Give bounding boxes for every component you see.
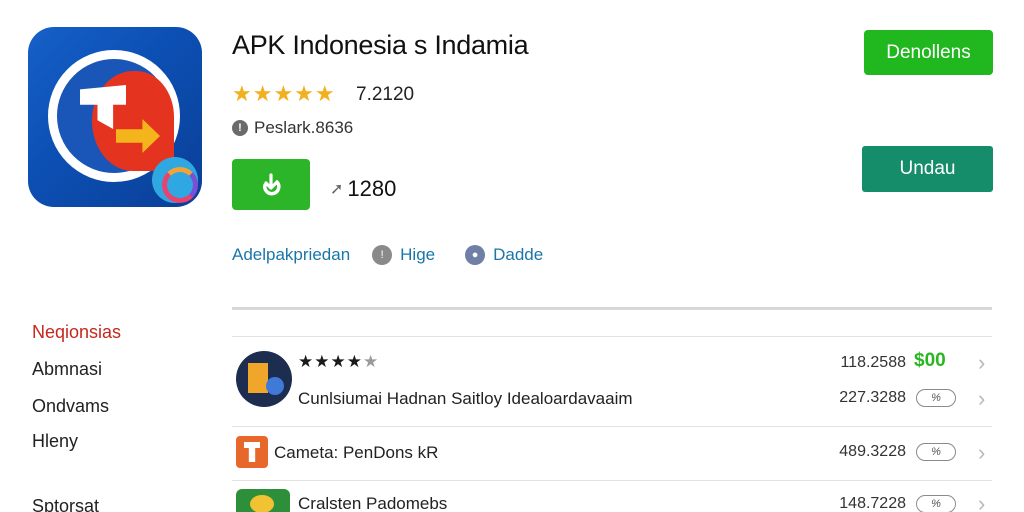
list-item-pill[interactable]: % bbox=[916, 495, 956, 512]
person-icon: ● bbox=[465, 245, 486, 265]
info-chips: Adelpakpriedan ! Hige ● Dadde bbox=[232, 245, 543, 265]
meta-line: ! Peslark.8636 bbox=[232, 118, 353, 138]
list-item-value: 148.7228 bbox=[839, 495, 906, 512]
meta-text: Peslark.8636 bbox=[254, 118, 354, 137]
sidebar-item-neqionsias[interactable]: Neqionsias bbox=[32, 322, 121, 343]
sidebar-item-hleny[interactable]: Hleny bbox=[32, 431, 78, 452]
install-button[interactable] bbox=[232, 159, 310, 210]
rating-stars: ★★★★★ bbox=[232, 81, 336, 106]
info-icon: ! bbox=[372, 245, 393, 265]
chevron-right-icon[interactable]: › bbox=[978, 386, 985, 412]
chip-age[interactable]: ! Hige bbox=[372, 245, 435, 265]
list-item-pill[interactable]: % bbox=[916, 443, 956, 461]
update-button[interactable]: Undau bbox=[862, 146, 993, 192]
list-item-value: 118.2588 bbox=[840, 354, 906, 371]
price-badge: $00 bbox=[914, 350, 946, 371]
list-divider bbox=[232, 336, 992, 337]
list-item-value: 227.3288 bbox=[839, 389, 906, 406]
chevron-right-icon[interactable]: › bbox=[978, 440, 985, 466]
size-info: ➚ 1280 bbox=[330, 176, 396, 202]
sidebar-item-sptorsat[interactable]: Sptorsat bbox=[32, 496, 99, 512]
list-item-value: 489.3228 bbox=[839, 443, 906, 460]
sidebar-item-ondvams[interactable]: Ondvams bbox=[32, 396, 109, 417]
chip-age-label: Hige bbox=[400, 245, 436, 264]
list-item-icon bbox=[236, 351, 292, 407]
list-item-pill[interactable]: % bbox=[916, 389, 956, 407]
list-item-title[interactable]: Cunlsiumai Hadnan Saitloy Idealoardavaai… bbox=[298, 389, 633, 409]
app-icon-badge bbox=[152, 157, 198, 203]
chip-category[interactable]: Adelpakpriedan bbox=[232, 245, 350, 265]
chip-developer[interactable]: ● Dadde bbox=[465, 245, 543, 265]
rating-value: 7.2120 bbox=[356, 84, 415, 105]
chevron-right-icon[interactable]: › bbox=[978, 350, 985, 376]
list-item-stars: ★★★★★ bbox=[298, 352, 380, 371]
list-item-title[interactable]: Cameta: PenDons kR bbox=[274, 443, 438, 463]
sidebar-item-abmnasi[interactable]: Abmnasi bbox=[32, 359, 102, 380]
size-value: 1280 bbox=[347, 176, 397, 201]
list-item-title[interactable]: Cralsten Padomebs bbox=[298, 494, 447, 512]
list-divider bbox=[232, 426, 992, 427]
download-button[interactable]: Denollens bbox=[864, 30, 993, 75]
list-item-icon bbox=[236, 489, 290, 512]
list-divider bbox=[232, 480, 992, 481]
app-icon bbox=[28, 27, 202, 207]
info-icon: ! bbox=[232, 120, 248, 136]
app-title: APK Indonesia s Indamia bbox=[232, 30, 529, 60]
arrow-icon: ➚ bbox=[330, 181, 344, 198]
download-icon bbox=[263, 172, 281, 195]
chevron-right-icon[interactable]: › bbox=[978, 491, 985, 512]
list-item-icon bbox=[236, 436, 268, 468]
chip-category-label: Adelpakpriedan bbox=[232, 245, 351, 264]
chip-developer-label: Dadde bbox=[493, 245, 544, 264]
section-divider bbox=[232, 307, 992, 310]
